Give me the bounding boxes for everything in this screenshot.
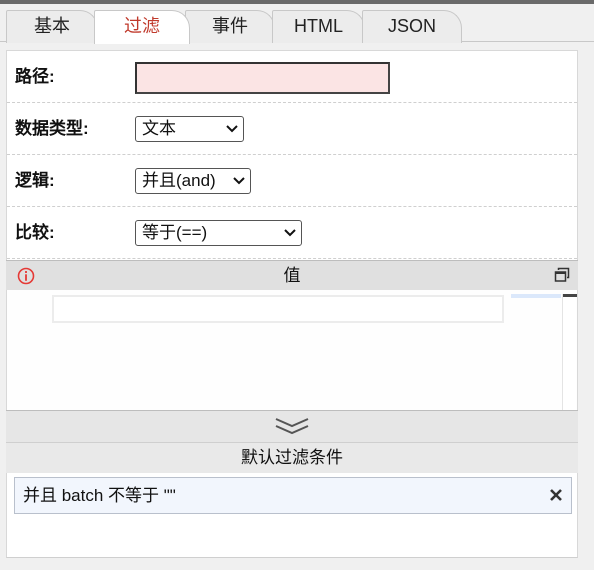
compare-row: 比较: 等于(==): [7, 207, 577, 259]
value-editor[interactable]: [52, 295, 504, 323]
expand-toggle[interactable]: [6, 410, 578, 443]
logic-row: 逻辑: 并且(and): [7, 155, 577, 207]
value-panel: [6, 290, 578, 410]
tab-basic[interactable]: 基本: [6, 10, 98, 43]
default-filter-header: 默认过滤条件: [6, 443, 578, 473]
path-row: 路径:: [7, 51, 577, 103]
tab-filter[interactable]: 过滤: [94, 10, 190, 44]
value-scrollbar[interactable]: [562, 294, 577, 410]
restore-window-icon[interactable]: [554, 267, 570, 283]
value-title: 值: [283, 266, 301, 285]
compare-select[interactable]: 等于(==): [135, 220, 302, 246]
logic-selected: 并且(and): [142, 171, 216, 190]
filter-form: 路径: 数据类型: 文本 逻辑: 并且(and) 比较: 等于(==): [6, 50, 578, 260]
filter-condition[interactable]: 并且 batch 不等于 "": [14, 477, 572, 514]
data-type-selected: 文本: [142, 119, 176, 138]
path-input[interactable]: [135, 62, 390, 94]
logic-label: 逻辑:: [15, 171, 55, 190]
tab-html[interactable]: HTML: [272, 10, 365, 43]
compare-label: 比较:: [15, 223, 55, 242]
tab-json[interactable]: JSON: [362, 10, 462, 43]
default-filter-panel: 并且 batch 不等于 "": [6, 473, 578, 558]
tab-bar: 基本 过滤 事件 HTML JSON: [0, 4, 594, 44]
data-type-select[interactable]: 文本: [135, 116, 244, 142]
chevron-down-icon: [233, 177, 245, 185]
path-label: 路径:: [15, 67, 55, 86]
default-filter-title: 默认过滤条件: [241, 448, 343, 467]
data-type-row: 数据类型: 文本: [7, 103, 577, 155]
chevron-down-icon: [226, 125, 238, 133]
chevron-down-icon: [284, 229, 296, 237]
value-header: 值: [6, 260, 578, 290]
data-type-label: 数据类型:: [15, 119, 89, 138]
double-chevron-down-icon: [275, 418, 309, 435]
logic-select[interactable]: 并且(and): [135, 168, 251, 194]
tab-events[interactable]: 事件: [185, 10, 275, 43]
scroll-indicator: [511, 294, 561, 298]
compare-selected: 等于(==): [142, 223, 208, 242]
close-icon[interactable]: [548, 487, 564, 503]
filter-condition-text: 并且 batch 不等于 "": [23, 486, 176, 505]
